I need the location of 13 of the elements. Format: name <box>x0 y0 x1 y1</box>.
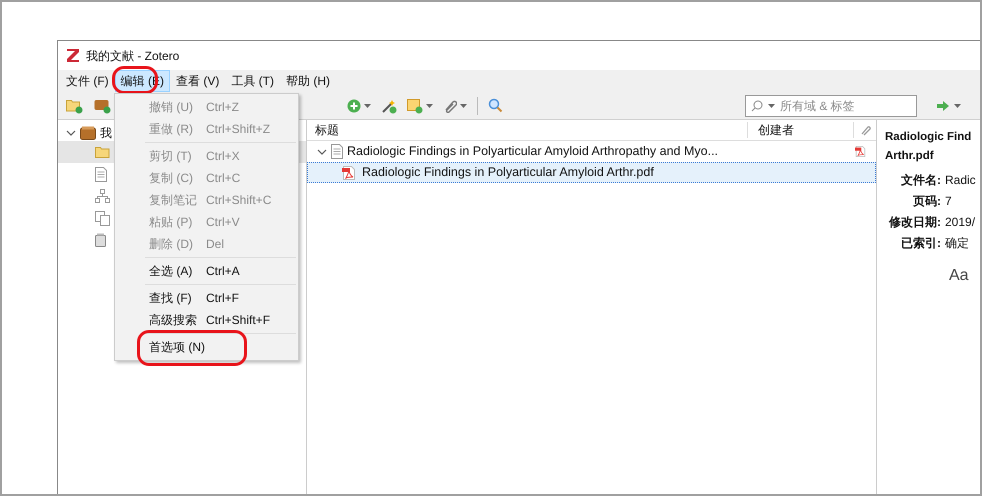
field-label: 修改日期: <box>888 214 941 231</box>
field-label: 已索引: <box>900 235 941 252</box>
field-label: 文件名: <box>900 172 941 189</box>
field-value: 2019/ <box>945 214 976 231</box>
attachment-title: Radiologic Find <box>885 130 972 145</box>
item-title: Radiologic Findings in Polyarticular Amyloid Arthr.pdf <box>362 164 654 182</box>
window-title: 我的文献 - Zotero <box>86 48 180 64</box>
attachment-title: Arthr.pdf <box>885 149 935 164</box>
field-value: Radic <box>945 172 977 189</box>
field-value: 确定 <box>945 235 970 252</box>
item-title: Radiologic Findings in Polyarticular Amyloid Arthropathy and Myo... <box>347 143 720 160</box>
field-label: 页码: <box>912 193 941 210</box>
field-value: 7 <box>945 193 953 210</box>
